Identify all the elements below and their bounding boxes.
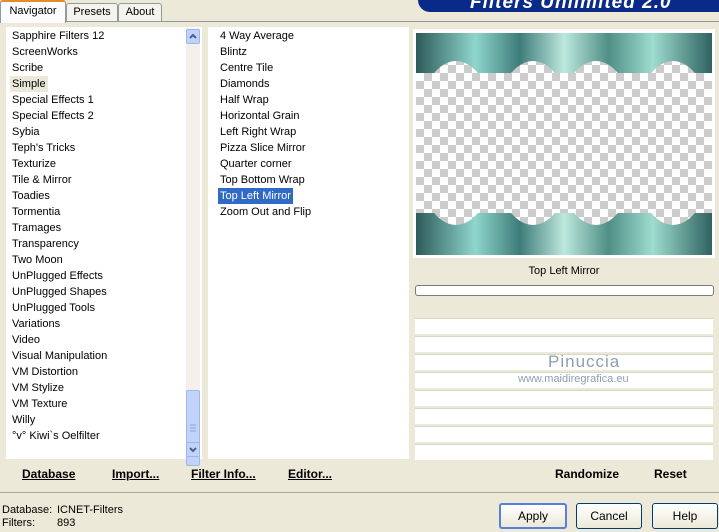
- category-item[interactable]: Texturize: [12, 156, 56, 172]
- tab-divider: [0, 21, 719, 22]
- category-item[interactable]: Scribe: [12, 60, 43, 76]
- filter-item[interactable]: Half Wrap: [220, 92, 269, 108]
- category-item[interactable]: Willy: [12, 412, 35, 428]
- tab-navigator[interactable]: Navigator: [0, 0, 66, 23]
- help-button[interactable]: Help: [652, 503, 718, 529]
- category-item[interactable]: Visual Manipulation: [12, 348, 107, 364]
- tab-presets[interactable]: Presets: [66, 3, 118, 21]
- editor-button[interactable]: Editor...: [288, 467, 332, 481]
- filter-item[interactable]: Centre Tile: [220, 60, 273, 76]
- category-item[interactable]: Transparency: [12, 236, 79, 252]
- tab-about[interactable]: About: [118, 3, 162, 21]
- watermark-url: www.maidiregrafica.eu: [518, 373, 629, 385]
- category-item[interactable]: Variations: [12, 316, 60, 332]
- category-item[interactable]: UnPlugged Tools: [12, 300, 95, 316]
- filter-info-button[interactable]: Filter Info...: [191, 467, 256, 481]
- parameter-slot: [415, 336, 713, 352]
- category-item[interactable]: VM Stylize: [12, 380, 64, 396]
- preview-image: [416, 33, 712, 255]
- filter-item[interactable]: Diamonds: [220, 76, 270, 92]
- category-item[interactable]: Toadies: [12, 188, 50, 204]
- category-item[interactable]: Simple: [10, 76, 48, 92]
- randomize-button[interactable]: Randomize: [555, 467, 619, 481]
- category-item[interactable]: Sybia: [12, 124, 40, 140]
- category-item[interactable]: Special Effects 1: [12, 92, 94, 108]
- chevron-up-icon: [189, 33, 197, 39]
- filter-item[interactable]: Top Bottom Wrap: [220, 172, 305, 188]
- chevron-down-icon: [189, 447, 197, 453]
- category-item[interactable]: Teph's Tricks: [12, 140, 75, 156]
- import-button[interactable]: Import...: [112, 467, 159, 481]
- database-label: Database:: [2, 504, 53, 516]
- category-item[interactable]: Tormentia: [12, 204, 60, 220]
- scroll-down-button[interactable]: [186, 442, 200, 457]
- scroll-up-button[interactable]: [186, 29, 200, 44]
- category-item[interactable]: Two Moon: [12, 252, 63, 268]
- category-item[interactable]: ScreenWorks: [12, 44, 78, 60]
- filter-item[interactable]: Quarter corner: [220, 156, 292, 172]
- category-item[interactable]: Special Effects 2: [12, 108, 94, 124]
- apply-button[interactable]: Apply: [499, 503, 567, 529]
- parameter-slot: [415, 444, 713, 460]
- progress-bar: [415, 285, 714, 296]
- filter-item[interactable]: Blintz: [220, 44, 247, 60]
- category-item[interactable]: VM Texture: [12, 396, 67, 412]
- category-item[interactable]: UnPlugged Effects: [12, 268, 103, 284]
- database-value: ICNET-Filters: [57, 504, 123, 516]
- category-item[interactable]: VM Distortion: [12, 364, 78, 380]
- category-item[interactable]: Sapphire Filters 12: [12, 28, 104, 44]
- cancel-button[interactable]: Cancel: [576, 503, 642, 529]
- watermark-name: Pinuccia: [548, 352, 621, 371]
- category-item[interactable]: Tramages: [12, 220, 61, 236]
- parameter-slot: [415, 426, 713, 442]
- filter-item[interactable]: Left Right Wrap: [220, 124, 296, 140]
- database-button[interactable]: Database: [22, 467, 75, 481]
- parameter-slot: [415, 318, 713, 334]
- footer-divider: [0, 492, 719, 493]
- category-scrollbar[interactable]: [186, 28, 200, 466]
- filters-label: Filters:: [2, 517, 35, 529]
- filter-item[interactable]: Horizontal Grain: [220, 108, 299, 124]
- filters-count: 893: [57, 517, 76, 529]
- reset-button[interactable]: Reset: [654, 467, 687, 481]
- parameter-slot: [415, 408, 713, 424]
- parameter-slot: [415, 390, 713, 406]
- category-item[interactable]: UnPlugged Shapes: [12, 284, 107, 300]
- banner-title: Filters Unlimited 2.0: [470, 0, 672, 13]
- filter-item[interactable]: Top Left Mirror: [218, 188, 293, 204]
- filter-item[interactable]: Zoom Out and Flip: [220, 204, 311, 220]
- filter-item[interactable]: Pizza Slice Mirror: [220, 140, 306, 156]
- preview-filter-label: Top Left Mirror: [528, 265, 600, 277]
- filter-item[interactable]: 4 Way Average: [220, 28, 294, 44]
- category-item[interactable]: Video: [12, 332, 40, 348]
- category-item[interactable]: °v° Kiwi`s Oelfilter: [12, 428, 100, 444]
- category-item[interactable]: Tile & Mirror: [12, 172, 71, 188]
